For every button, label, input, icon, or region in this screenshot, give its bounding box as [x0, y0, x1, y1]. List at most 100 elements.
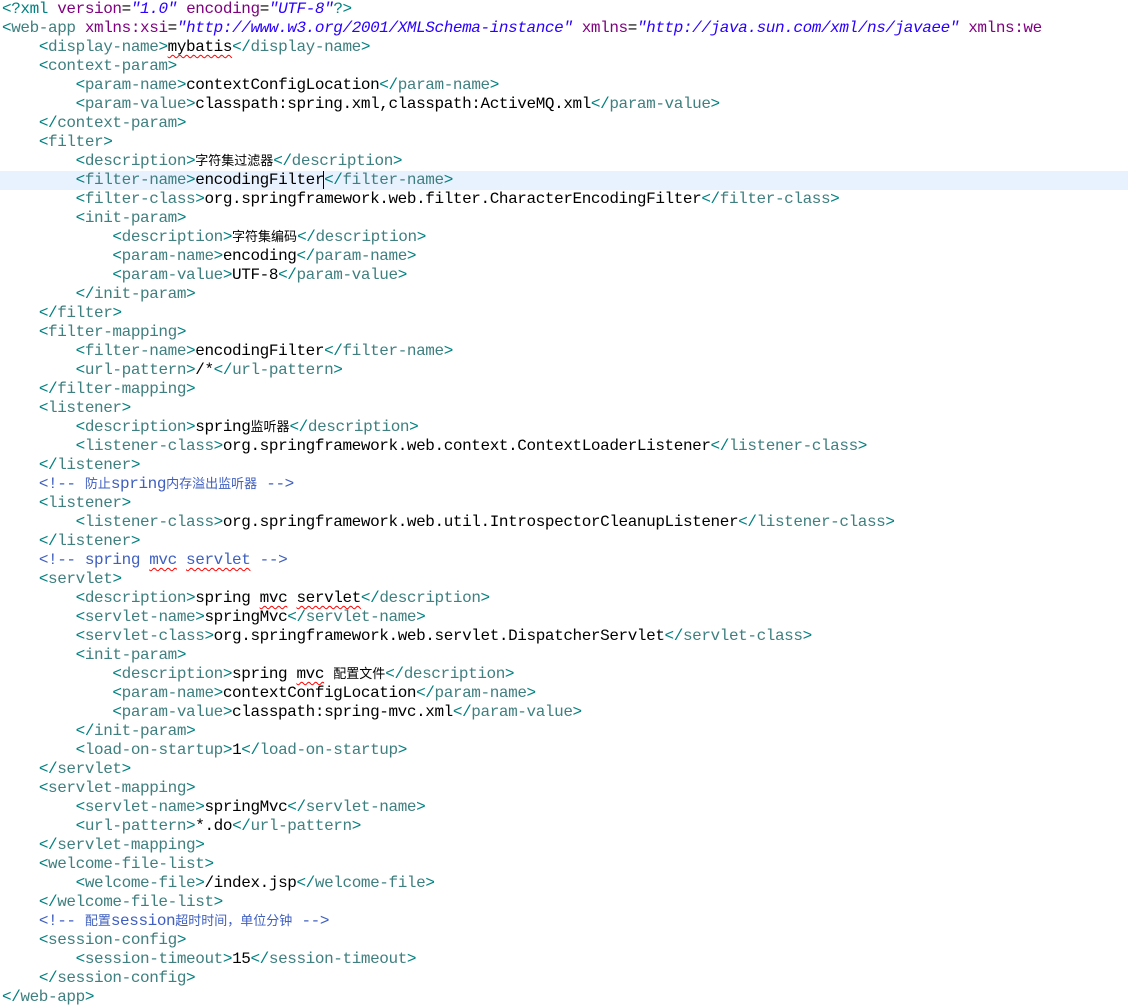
tag-bracket: >	[186, 95, 196, 113]
tag-name: servlet-class	[682, 627, 803, 645]
tag-bracket: <	[75, 190, 86, 208]
text-content: contextConfigLocation	[222, 684, 417, 702]
tag-name: servlet-mapping	[48, 779, 187, 797]
code-line[interactable]: <param-name>contextConfigLocation</param…	[0, 76, 1128, 95]
code-line[interactable]: <?xml version="1.0" encoding="UTF-8"?>	[0, 0, 1128, 19]
tag-name: filter-name	[342, 342, 444, 360]
code-line[interactable]: </listener>	[0, 456, 1128, 475]
code-line[interactable]: <param-name>encoding</param-name>	[0, 247, 1128, 266]
code-line[interactable]: <init-param>	[0, 209, 1128, 228]
code-line[interactable]: </context-param>	[0, 114, 1128, 133]
code-line[interactable]: </session-config>	[0, 969, 1128, 988]
code-line[interactable]: <description>字符集编码</description>	[0, 228, 1128, 247]
code-line[interactable]: </filter>	[0, 304, 1128, 323]
tag-bracket: >	[222, 266, 233, 284]
code-line[interactable]: <session-timeout>15</session-timeout>	[0, 950, 1128, 969]
tag-name: url-pattern	[84, 817, 187, 835]
code-line[interactable]: <filter-mapping>	[0, 323, 1128, 342]
code-line[interactable]: <servlet>	[0, 570, 1128, 589]
code-line[interactable]: <load-on-startup>1</load-on-startup>	[0, 741, 1128, 760]
tag-bracket: >	[186, 817, 196, 835]
tag-bracket: <	[112, 247, 122, 265]
tag-bracket: >	[103, 133, 113, 151]
tag-bracket: >	[121, 760, 132, 778]
tag-bracket: </	[416, 684, 435, 702]
code-line[interactable]: </filter-mapping>	[0, 380, 1128, 399]
code-line[interactable]: <welcome-file-list>	[0, 855, 1128, 874]
tag-bracket: >	[84, 988, 95, 1006]
code-line[interactable]: <listener>	[0, 399, 1128, 418]
xml-code-editor[interactable]: <?xml version="1.0" encoding="UTF-8"?> <w…	[0, 0, 1128, 1006]
tag-bracket: <	[75, 741, 86, 759]
code-line[interactable]: <description>spring mvc 配置文件</descriptio…	[0, 665, 1128, 684]
code-line[interactable]: <url-pattern>/*</url-pattern>	[0, 361, 1128, 380]
tag-bracket: >	[213, 684, 224, 702]
misspelled-word: servlet	[296, 589, 361, 607]
tag-name: servlet	[57, 760, 122, 778]
text-content	[2, 779, 39, 797]
code-line[interactable]: </welcome-file-list>	[0, 893, 1128, 912]
code-line[interactable]: <!-- spring mvc servlet -->	[0, 551, 1128, 570]
tag-name: description	[84, 152, 187, 170]
code-line[interactable]: </init-param>	[0, 722, 1128, 741]
code-line[interactable]: <url-pattern>*.do</url-pattern>	[0, 817, 1128, 836]
tag-bracket: >	[222, 703, 233, 721]
code-line[interactable]: <filter-class>org.springframework.web.fi…	[0, 190, 1128, 209]
tag-bracket: >	[158, 38, 168, 56]
code-line[interactable]: <listener-class>org.springframework.web.…	[0, 513, 1128, 532]
code-line[interactable]: <param-name>contextConfigLocation</param…	[0, 684, 1128, 703]
text-content	[2, 684, 112, 702]
text-content: 1	[232, 741, 242, 759]
code-line[interactable]: <init-param>	[0, 646, 1128, 665]
tag-bracket: </	[241, 741, 260, 759]
code-line[interactable]: <filter>	[0, 133, 1128, 152]
misspelled-word: mybatis	[167, 38, 233, 56]
code-line[interactable]: <param-value>UTF-8</param-value>	[0, 266, 1128, 285]
tag-bracket: >	[885, 513, 895, 531]
code-line[interactable]: <listener>	[0, 494, 1128, 513]
xml-declaration: ?>	[333, 0, 352, 18]
xml-declaration: <?xml	[2, 0, 58, 18]
tag-bracket: <	[38, 323, 49, 341]
tag-name: init-param	[84, 646, 177, 664]
tag-bracket: </	[287, 608, 306, 626]
code-line[interactable]: <filter-name>encodingFilter</filter-name…	[0, 342, 1128, 361]
text-content	[2, 798, 76, 816]
code-line[interactable]: </servlet>	[0, 760, 1128, 779]
code-line[interactable]: <welcome-file>/index.jsp</welcome-file>	[0, 874, 1128, 893]
code-line[interactable]: <servlet-mapping>	[0, 779, 1128, 798]
code-line[interactable]: </listener>	[0, 532, 1128, 551]
code-line[interactable]: <param-value>classpath:spring.xml,classp…	[0, 95, 1128, 114]
code-line[interactable]: <listener-class>org.springframework.web.…	[0, 437, 1128, 456]
code-line[interactable]: <servlet-name>springMvc</servlet-name>	[0, 798, 1128, 817]
text-content: org.springframework.web.context.ContextL…	[222, 437, 711, 455]
tag-bracket: >	[213, 893, 224, 911]
code-line[interactable]: <!-- 防止spring内存溢出监听器 -->	[0, 475, 1128, 494]
tag-bracket: >	[186, 722, 196, 740]
code-line[interactable]: <description>字符集过滤器</description>	[0, 152, 1128, 171]
text-content	[2, 646, 76, 664]
code-line[interactable]: <context-param>	[0, 57, 1128, 76]
code-line[interactable]: <!-- 配置session超时时间，单位分钟 -->	[0, 912, 1128, 931]
tag-name: load-on-startup	[84, 741, 223, 759]
code-line[interactable]: <param-value>classpath:spring-mvc.xml</p…	[0, 703, 1128, 722]
tag-bracket: >	[222, 665, 233, 683]
code-line[interactable]: <display-name>mybatis</display-name>	[0, 38, 1128, 57]
tag-bracket: </	[379, 76, 398, 94]
tag-bracket: </	[323, 171, 343, 189]
code-line[interactable]: <servlet-class>org.springframework.web.s…	[0, 627, 1128, 646]
code-line[interactable]: <servlet-name>springMvc</servlet-name>	[0, 608, 1128, 627]
code-line[interactable]: </init-param>	[0, 285, 1128, 304]
code-line-current[interactable]: <filter-name>encodingFilter</filter-name…	[0, 171, 1128, 190]
tag-name: filter-mapping	[57, 380, 187, 398]
tag-bracket: >	[121, 494, 132, 512]
code-line[interactable]: </servlet-mapping>	[0, 836, 1128, 855]
code-line[interactable]: <description>spring监听器</description>	[0, 418, 1128, 437]
tag-name: servlet	[48, 570, 113, 588]
code-line[interactable]: </web-app>	[0, 988, 1128, 1006]
text-content: encodingFilter	[195, 342, 325, 360]
code-line[interactable]: <session-config>	[0, 931, 1128, 950]
code-line[interactable]: <description>spring mvc servlet</descrip…	[0, 589, 1128, 608]
tag-bracket: </	[38, 114, 58, 132]
code-line[interactable]: <web-app xmlns:xsi="http://www.w3.org/20…	[0, 19, 1128, 38]
